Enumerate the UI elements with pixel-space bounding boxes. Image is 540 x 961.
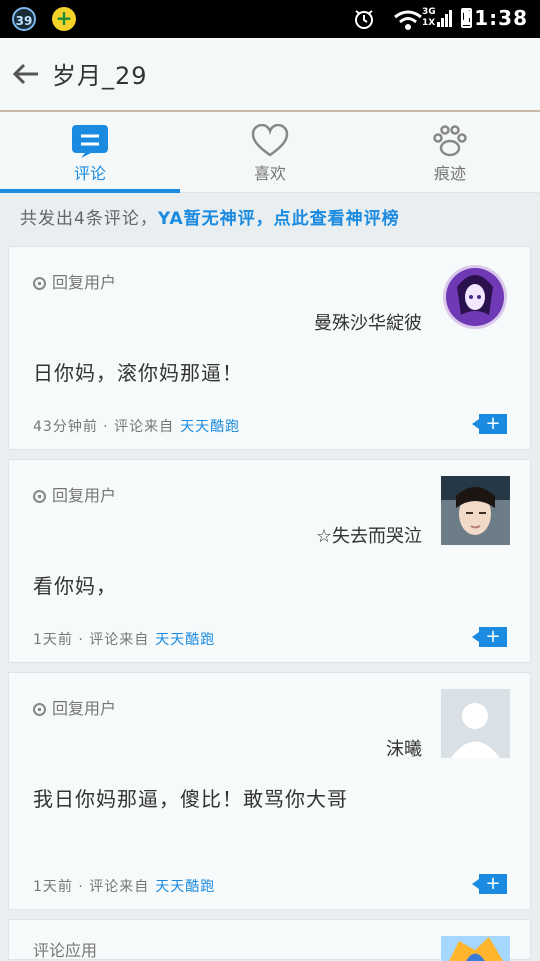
arrow-left-icon[interactable]	[12, 62, 40, 86]
source-app-link[interactable]: 天天酷跑	[155, 632, 215, 648]
avatar[interactable]	[441, 263, 510, 332]
comment-icon	[72, 125, 108, 158]
tab-label: 评论	[73, 164, 106, 183]
signal-strength-icon	[437, 10, 452, 27]
comment-time: 1天前	[33, 632, 73, 648]
paw-icon	[433, 125, 467, 157]
page-title: 岁月_29	[52, 62, 148, 90]
source-prefix: · 评论来自	[78, 632, 150, 648]
username[interactable]: ☆失去而哭泣	[316, 522, 422, 548]
add-button[interactable]: +	[472, 414, 507, 434]
wifi-icon	[394, 10, 422, 30]
source-prefix: · 评论来自	[78, 879, 150, 895]
reply-context: 评论应用	[33, 941, 98, 960]
comment-meta: 43分钟前 · 评论来自 天天酷跑	[33, 416, 240, 436]
notification-badge-icon: 39	[12, 7, 36, 31]
tab-bar: 评论 喜欢 痕迹	[0, 112, 540, 193]
username[interactable]: 沫曦	[386, 735, 422, 761]
active-tab-indicator	[0, 189, 180, 193]
avatar[interactable]	[441, 476, 510, 545]
reply-context: 回复用户	[33, 695, 116, 719]
tab-label: 喜欢	[253, 164, 286, 183]
tab-comments[interactable]: 评论	[0, 112, 180, 193]
avatar[interactable]	[441, 689, 510, 758]
comment-time: 43分钟前	[33, 419, 98, 435]
comment-meta: 1天前 · 评论来自 天天酷跑	[33, 629, 215, 649]
reply-icon	[33, 703, 46, 716]
comment-text: 日你妈，滚你妈那逼！	[33, 361, 243, 385]
tab-traces[interactable]: 痕迹	[360, 112, 540, 192]
source-prefix: · 评论来自	[103, 419, 175, 435]
reply-context: 回复用户	[33, 482, 116, 506]
god-comments-link[interactable]: YA暂无神评，点此查看神评榜	[158, 209, 400, 229]
comment-summary: 共发出4条评论，YA暂无神评，点此查看神评榜	[20, 204, 530, 229]
app-notification-icon: +	[52, 7, 76, 31]
comment-card: 回复用户 曼殊沙华綻彼 日你妈，滚你妈那逼！ 43分钟前 · 评论来自 天天酷跑 …	[8, 246, 531, 450]
comment-text: 看你妈，	[33, 574, 117, 598]
tab-likes[interactable]: 喜欢	[180, 112, 360, 192]
avatar[interactable]	[441, 936, 510, 961]
reply-icon	[33, 277, 46, 290]
summary-text: 共发出4条评论，	[20, 209, 158, 229]
comment-card: 回复用户 沫曦 我日你妈那逼，傻比！敢骂你大哥 1天前 · 评论来自 天天酷跑 +	[8, 672, 531, 910]
comment-meta: 1天前 · 评论来自 天天酷跑	[33, 876, 215, 896]
status-bar: 39 + 3G 1X 21:38	[0, 0, 540, 38]
app-bar: 岁月_29	[0, 38, 540, 112]
tab-label: 痕迹	[433, 164, 466, 183]
clock-time: 21:38	[459, 6, 528, 30]
username[interactable]: 曼殊沙华綻彼	[314, 309, 422, 335]
comment-card: 评论应用	[8, 919, 531, 961]
source-app-link[interactable]: 天天酷跑	[180, 419, 240, 435]
heart-icon	[251, 124, 289, 157]
add-button[interactable]: +	[472, 874, 507, 894]
alarm-icon	[355, 10, 373, 29]
reply-icon	[33, 490, 46, 503]
comment-card: 回复用户 ☆失去而哭泣 看你妈， 1天前 · 评论来自 天天酷跑 +	[8, 459, 531, 663]
comment-text: 我日你妈那逼，傻比！敢骂你大哥	[33, 787, 348, 811]
comment-time: 1天前	[33, 879, 73, 895]
source-app-link[interactable]: 天天酷跑	[155, 879, 215, 895]
add-button[interactable]: +	[472, 627, 507, 647]
reply-context: 回复用户	[33, 269, 116, 293]
